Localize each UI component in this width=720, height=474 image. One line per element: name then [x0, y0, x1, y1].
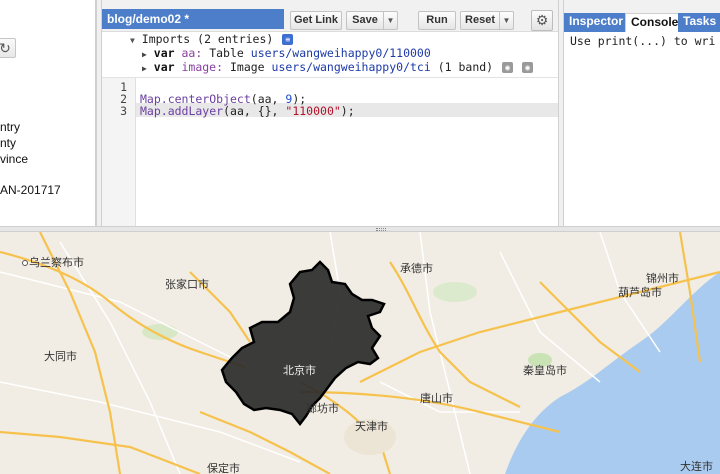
park-area — [142, 324, 178, 340]
city-label: 乌兰察布市 — [22, 254, 84, 270]
save-button-label: Save — [352, 14, 378, 26]
city-dot-icon — [22, 260, 28, 266]
left-list-item[interactable]: vince — [0, 152, 28, 166]
script-manager-panel: ↻ ntry nty vince AN-201717 — [0, 0, 96, 226]
import-name: image: — [181, 60, 224, 74]
map-view[interactable]: 乌兰察布市 张家口市 承德市 锦州市 葫芦岛市 大同市 北京市 秦皇岛市 唐山市… — [0, 232, 720, 474]
import-type: Table — [209, 46, 244, 60]
visibility-toggle-icon[interactable]: ◉ — [521, 62, 533, 73]
city-name: 乌兰察布市 — [29, 256, 84, 269]
city-name: 承德市 — [400, 262, 433, 275]
chevron-down-icon[interactable]: ▼ — [499, 12, 513, 29]
city-name: 秦皇岛市 — [523, 364, 567, 377]
save-button[interactable]: Save ▼ — [346, 11, 398, 30]
code-editor-panel: blog/demo02 * Get Link Save ▼ Run Reset … — [102, 0, 558, 226]
tab-tasks[interactable]: Tasks — [678, 13, 720, 32]
city-name: 大连市 — [680, 460, 713, 473]
city-label: 承德市 — [400, 260, 433, 276]
refresh-icon[interactable]: ↻ — [0, 38, 16, 58]
import-type: Image — [229, 60, 265, 74]
tab-console[interactable]: Console — [625, 13, 685, 32]
city-label: 唐山市 — [420, 390, 453, 406]
city-name: 天津市 — [355, 420, 388, 433]
code-line-3[interactable]: Map.addLayer(aa, {}, "110000"); — [140, 104, 355, 118]
city-name: 唐山市 — [420, 392, 453, 405]
city-label: 廊坊市 — [306, 400, 339, 416]
line-number-gutter: 1 2 3 — [102, 78, 136, 226]
code-token: "110000" — [285, 104, 341, 118]
import-name: aa: — [181, 46, 203, 60]
city-label: 北京市 — [283, 362, 316, 378]
import-extra: (1 band) — [437, 60, 494, 74]
output-tabs: Inspector Console Tasks — [564, 0, 720, 32]
city-name: 保定市 — [207, 462, 240, 474]
code-token: Map.addLayer — [140, 104, 224, 118]
city-name: 廊坊市 — [306, 402, 339, 415]
console-output: Use print(...) to wri — [570, 34, 716, 48]
park-area — [433, 282, 477, 302]
reset-button-label: Reset — [465, 14, 495, 26]
reset-button[interactable]: Reset ▼ — [460, 11, 514, 30]
city-label: 大连市 — [680, 458, 713, 474]
output-panel: Inspector Console Tasks Use print(...) t… — [564, 0, 720, 226]
collapse-arrow-icon[interactable]: ▼ — [130, 36, 135, 45]
city-name: 葫芦岛市 — [618, 286, 662, 299]
eye-icon[interactable]: ◉ — [502, 62, 514, 73]
imports-header[interactable]: ▼ Imports (2 entries) ≡ — [130, 32, 294, 46]
city-name: 张家口市 — [165, 278, 209, 291]
import-keyword: var — [153, 46, 175, 60]
import-entry[interactable]: ▶ var image: Image users/wangweihappy0/t… — [142, 60, 533, 74]
city-name: 大同市 — [44, 350, 77, 363]
run-button[interactable]: Run — [418, 11, 456, 30]
left-list-item[interactable]: AN-201717 — [0, 183, 61, 197]
code-token: ); — [340, 104, 355, 118]
imports-section: ▼ Imports (2 entries) ≡ ▶ var aa: Table … — [102, 32, 558, 78]
drag-handle-icon[interactable] — [376, 228, 386, 231]
editor-toolbar: blog/demo02 * Get Link Save ▼ Run Reset … — [102, 0, 558, 32]
city-name: 北京市 — [283, 364, 316, 377]
city-label: 大同市 — [44, 348, 77, 364]
gear-icon[interactable]: ⚙ — [531, 10, 553, 31]
import-path[interactable]: users/wangweihappy0/tci — [272, 60, 431, 74]
file-title-tab[interactable]: blog/demo02 * — [102, 9, 284, 29]
map-canvas[interactable] — [0, 232, 720, 474]
import-path[interactable]: users/wangweihappy0/110000 — [251, 46, 431, 60]
expand-arrow-icon[interactable]: ▶ — [142, 64, 147, 73]
city-label: 天津市 — [355, 418, 388, 434]
city-label: 张家口市 — [165, 276, 209, 292]
code-token: (aa, {}, — [223, 104, 286, 118]
left-list-item[interactable]: nty — [0, 136, 16, 150]
line-number: 3 — [120, 104, 127, 118]
import-keyword: var — [153, 60, 175, 74]
tab-inspector[interactable]: Inspector — [564, 13, 629, 32]
import-entry[interactable]: ▶ var aa: Table users/wangweihappy0/1100… — [142, 46, 431, 60]
imports-header-label: Imports (2 entries) — [141, 32, 274, 46]
city-label: 秦皇岛市 — [523, 362, 567, 378]
document-icon[interactable]: ≡ — [282, 34, 294, 45]
get-link-button[interactable]: Get Link — [290, 11, 342, 30]
city-label: 保定市 — [207, 460, 240, 474]
city-label: 葫芦岛市 — [618, 284, 662, 300]
expand-arrow-icon[interactable]: ▶ — [142, 50, 147, 59]
code-area[interactable]: 1 2 3 Map.centerObject(aa, 9); Map.addLa… — [102, 78, 558, 226]
chevron-down-icon[interactable]: ▼ — [383, 12, 397, 29]
left-list-item[interactable]: ntry — [0, 120, 20, 134]
